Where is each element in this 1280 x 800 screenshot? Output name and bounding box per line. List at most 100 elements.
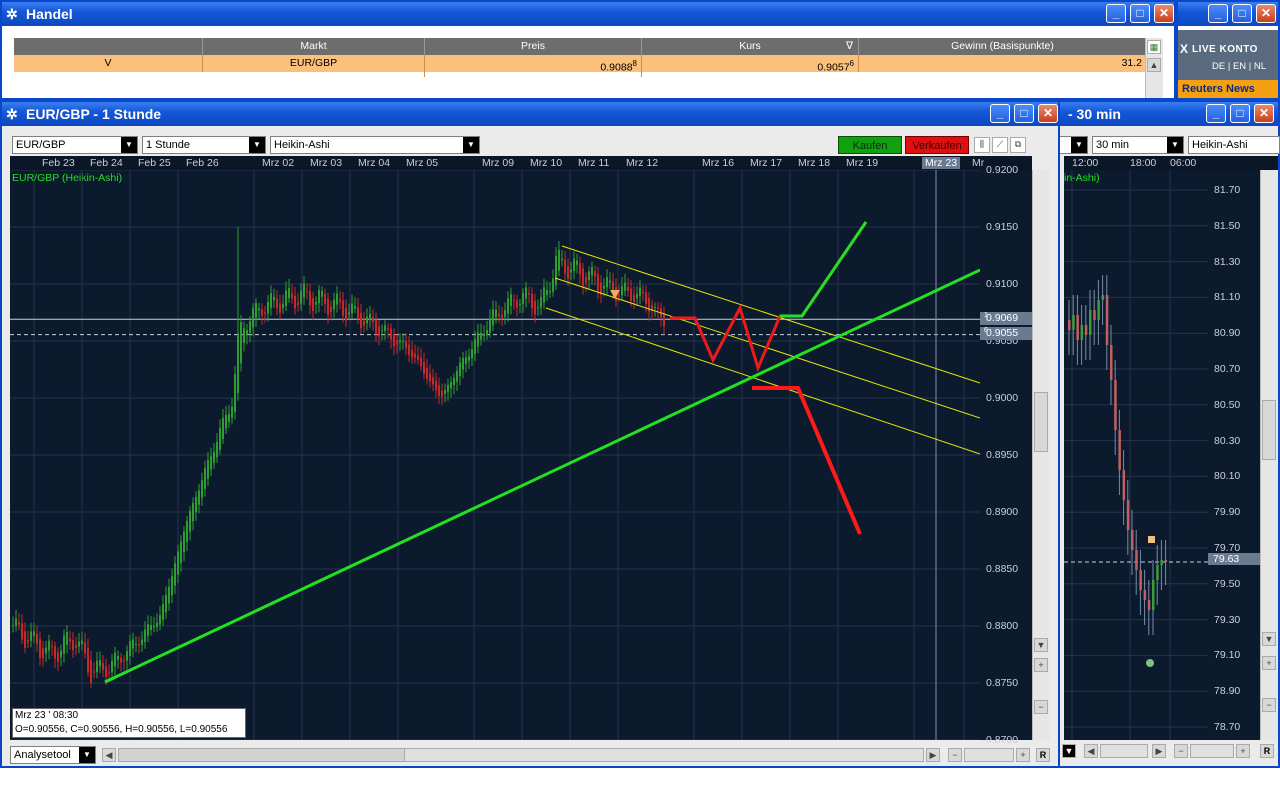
date-label: Feb 25 xyxy=(138,157,171,169)
live-title-bar[interactable]: _ □ ✕ xyxy=(1178,2,1278,26)
side-symbol-dropdown[interactable]: ▼ xyxy=(1056,136,1088,154)
side-chart-title-bar[interactable]: - 30 min _ □ ✕ xyxy=(1042,102,1278,126)
sell-button[interactable]: Verkaufen xyxy=(905,136,969,154)
zoom-in-icon[interactable]: + xyxy=(1262,656,1276,670)
language-links[interactable]: DE | EN | NL xyxy=(1212,61,1266,72)
handel-scrollbar[interactable]: ▦ ▲ xyxy=(1145,38,1163,98)
minimize-button[interactable]: _ xyxy=(990,104,1010,123)
candle-body xyxy=(171,576,173,596)
candle-body xyxy=(1160,560,1163,565)
main-chart-toolbar: EUR/GBP ▼ 1 Stunde ▼ Heikin-Ashi ▼ Kaufen V… xyxy=(8,134,1032,156)
side-chart-area[interactable]: in-Ashi) xyxy=(1064,170,1208,740)
interval-dropdown[interactable]: 1 Stunde ▼ xyxy=(142,136,266,154)
column-header-markt[interactable]: Markt xyxy=(202,38,424,55)
zoom-slider[interactable] xyxy=(964,748,1014,762)
zoom-out-icon[interactable]: − xyxy=(1262,698,1276,712)
chart-style-dropdown[interactable]: Heikin-Ashi ▼ xyxy=(270,136,480,154)
minimize-button[interactable]: _ xyxy=(1206,104,1226,123)
column-header-gewinn[interactable]: Gewinn (Basispunkte) xyxy=(858,38,1146,55)
scroll-thumb[interactable] xyxy=(1262,400,1276,460)
maximize-button[interactable]: □ xyxy=(1230,104,1250,123)
reuters-news-tab[interactable]: Reuters News xyxy=(1178,80,1278,98)
zoom-slider[interactable] xyxy=(1190,744,1234,758)
candle-body xyxy=(576,260,578,265)
window-detach-icon[interactable]: ⧉ xyxy=(1010,137,1026,153)
grid-settings-icon[interactable]: ▦ xyxy=(1147,40,1161,54)
candle-body xyxy=(570,269,572,273)
candle-body xyxy=(654,307,656,309)
main-vertical-scrollbar[interactable]: ▼ + − xyxy=(1032,170,1050,740)
scroll-thumb[interactable] xyxy=(1034,392,1048,452)
candle-body xyxy=(333,299,335,310)
horizontal-scrollbar[interactable] xyxy=(1100,744,1148,758)
buy-button[interactable]: Kaufen xyxy=(838,136,902,154)
column-header-kurs[interactable]: Kurs xyxy=(641,38,858,55)
candle-body xyxy=(645,292,647,304)
handel-title-bar[interactable]: ✲ Handel _ □ ✕ xyxy=(2,2,1174,26)
scroll-down-icon[interactable]: ▼ xyxy=(1034,638,1048,652)
scroll-right-icon[interactable]: ▶ xyxy=(926,748,940,762)
table-row[interactable]: V EUR/GBP 0.90888 0.90576 31.2 xyxy=(14,55,1146,77)
ohlc-info-box: Mrz 23 ' 08:30 O=0.90556, C=0.90556, H=0… xyxy=(12,708,246,738)
side-vertical-scrollbar[interactable]: ▼ + − xyxy=(1260,170,1278,740)
zoom-out-icon[interactable]: − xyxy=(1034,700,1048,714)
candle-body xyxy=(147,624,149,636)
scroll-left-icon[interactable]: ◀ xyxy=(102,748,116,762)
candle-body xyxy=(633,294,635,302)
main-chart-area[interactable]: EUR/GBP (Heikin-Ashi) Mrz 23 ' 08:30 O=0… xyxy=(10,170,980,740)
sort-icon[interactable]: ∇ xyxy=(846,38,853,55)
candle-body xyxy=(429,373,431,382)
candle-body xyxy=(597,273,599,291)
candle-body xyxy=(192,502,194,522)
zoom-out-icon[interactable]: − xyxy=(948,748,962,762)
scroll-thumb[interactable] xyxy=(119,749,405,761)
maximize-button[interactable]: □ xyxy=(1232,4,1252,23)
price-tick-label: 0.8950 xyxy=(986,449,1019,461)
minimize-button[interactable]: _ xyxy=(1208,4,1228,23)
candle-body xyxy=(369,313,371,320)
app-logo-icon: ✲ xyxy=(6,106,18,122)
analysis-tool-dropdown[interactable]: Analysetool ▼ xyxy=(10,746,96,764)
candle-body xyxy=(552,278,554,292)
column-header-preis[interactable]: Preis xyxy=(424,38,641,55)
main-chart-title-bar[interactable]: ✲ EUR/GBP - 1 Stunde _ □ ✕ xyxy=(2,102,1058,126)
scroll-up-icon[interactable]: ▲ xyxy=(1147,58,1161,72)
reset-button[interactable]: R xyxy=(1260,744,1274,758)
chart-type-icon[interactable]: ⫼ xyxy=(974,137,990,153)
candle-body xyxy=(105,666,107,678)
scroll-left-icon[interactable]: ◀ xyxy=(1084,744,1098,758)
candle-body xyxy=(435,380,437,390)
symbol-dropdown[interactable]: EUR/GBP ▼ xyxy=(12,136,138,154)
close-button[interactable]: ✕ xyxy=(1254,104,1274,123)
side-style-dropdown[interactable]: Heikin-Ashi xyxy=(1188,136,1280,154)
zoom-in-icon[interactable]: + xyxy=(1016,748,1030,762)
close-button[interactable]: ✕ xyxy=(1256,4,1276,23)
candle-body xyxy=(18,622,20,625)
cell-market: EUR/GBP xyxy=(202,55,424,72)
maximize-button[interactable]: □ xyxy=(1014,104,1034,123)
horizontal-scrollbar[interactable] xyxy=(118,748,924,762)
close-button[interactable]: ✕ xyxy=(1154,4,1174,23)
date-label: Mrz 09 xyxy=(482,157,515,169)
minimize-button[interactable]: _ xyxy=(1106,4,1126,23)
side-interval-dropdown[interactable]: 30 min ▼ xyxy=(1092,136,1184,154)
candle-body xyxy=(447,384,449,392)
draw-tool-icon[interactable]: ⟋ xyxy=(992,137,1008,153)
zoom-in-icon[interactable]: + xyxy=(1236,744,1250,758)
reset-button[interactable]: R xyxy=(1036,748,1050,762)
close-button[interactable]: ✕ xyxy=(1038,104,1058,123)
scroll-down-icon[interactable]: ▼ xyxy=(1262,632,1276,646)
candle-body xyxy=(339,299,341,302)
candle-body xyxy=(117,655,119,660)
candle-body xyxy=(360,312,362,329)
candle-body xyxy=(543,287,545,303)
maximize-button[interactable]: □ xyxy=(1130,4,1150,23)
candle-body xyxy=(288,287,290,299)
dropdown-arrow-icon[interactable]: ▼ xyxy=(1062,744,1076,758)
candle-body xyxy=(225,414,227,429)
zoom-out-icon[interactable]: − xyxy=(1174,744,1188,758)
zoom-in-icon[interactable]: + xyxy=(1034,658,1048,672)
scroll-right-icon[interactable]: ▶ xyxy=(1152,744,1166,758)
candle-body xyxy=(471,349,473,359)
candle-body xyxy=(318,290,320,304)
